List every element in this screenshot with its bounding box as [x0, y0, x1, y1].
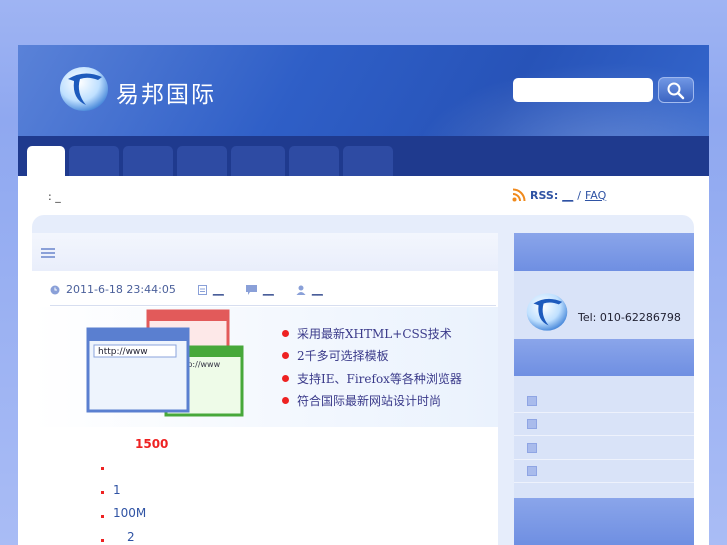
tab-2[interactable]: [69, 146, 119, 176]
sidebar-logo-icon: [526, 293, 568, 331]
category-icon: [197, 284, 207, 295]
feature-text: 符合国际最新网站设计时尚: [297, 394, 442, 409]
rss-separator: /: [577, 188, 581, 202]
tab-4[interactable]: [177, 146, 227, 176]
search-icon: [667, 82, 685, 100]
feature-text: 2千多可选择模板: [297, 349, 389, 364]
spec-bullet: [101, 491, 104, 494]
rss-bar: RSS: __ / FAQ: [512, 188, 606, 202]
rss-link[interactable]: __: [562, 189, 573, 202]
sidebar-section-band: [514, 498, 694, 545]
feature-text: 支持IE、Firefox等各种浏览器: [297, 371, 462, 386]
sidebar-item[interactable]: [514, 436, 694, 460]
spec-bullet: [101, 467, 104, 470]
sidebar-bullet-icon: [527, 419, 537, 429]
feature-item: 采用最新XHTML+CSS技术: [282, 322, 462, 345]
feature-text: 采用最新XHTML+CSS技术: [297, 326, 452, 341]
sidebar-bullet-icon: [527, 466, 537, 476]
clock-icon: [50, 285, 60, 294]
spec-bullet: [101, 515, 104, 518]
tab-5[interactable]: [231, 146, 285, 176]
tab-3[interactable]: [123, 146, 173, 176]
sidebar-item[interactable]: [514, 389, 694, 413]
breadcrumb: : _: [48, 190, 61, 203]
post-author-link[interactable]: __: [312, 283, 323, 296]
spec-value: 1: [113, 483, 121, 497]
rss-icon[interactable]: [512, 188, 526, 202]
logo-icon[interactable]: [58, 65, 110, 113]
spec-value: 2: [127, 530, 135, 544]
tab-6[interactable]: [289, 146, 339, 176]
feature-list: 采用最新XHTML+CSS技术 2千多可选择模板 支持IE、Firefox等各种…: [282, 322, 462, 412]
post-category-link[interactable]: __: [213, 283, 224, 296]
site-logo-text[interactable]: 易邦国际: [116, 75, 216, 109]
banner-url-text: http://www: [98, 347, 148, 357]
feature-item: 支持IE、Firefox等各种浏览器: [282, 367, 462, 390]
tab-home[interactable]: [27, 146, 65, 176]
menu-icon[interactable]: [41, 248, 55, 258]
price-value: 1500: [135, 437, 169, 451]
post-date: 2011-6-18 23:44:05: [66, 283, 176, 296]
spec-value: 100M: [113, 506, 147, 520]
sidebar-item[interactable]: [514, 412, 694, 436]
post-header: [32, 233, 498, 271]
search-input[interactable]: [513, 78, 653, 102]
sidebar-bullet-icon: [527, 396, 537, 406]
sidebar-item[interactable]: [514, 459, 694, 483]
post-meta: 2011-6-18 23:44:05 __ __ __: [50, 283, 323, 296]
post-comments-link[interactable]: __: [263, 283, 274, 296]
faq-link[interactable]: FAQ: [585, 189, 606, 202]
main-nav: [18, 136, 709, 176]
meta-divider: [50, 305, 496, 306]
comment-icon: [245, 284, 257, 295]
feature-item: 符合国际最新网站设计时尚: [282, 390, 462, 413]
search-button[interactable]: [658, 77, 694, 103]
sidebar-header-band: [514, 233, 694, 271]
tab-7[interactable]: [343, 146, 393, 176]
feature-item: 2千多可选择模板: [282, 345, 462, 368]
contact-tel: Tel: 010-62286798: [578, 311, 681, 324]
rss-label: RSS:: [530, 188, 559, 202]
sidebar-bullet-icon: [527, 443, 537, 453]
spec-bullet: [101, 539, 104, 542]
sidebar-section-band: [514, 339, 694, 376]
user-icon: [296, 285, 306, 295]
site-header: 易邦国际: [18, 45, 709, 136]
